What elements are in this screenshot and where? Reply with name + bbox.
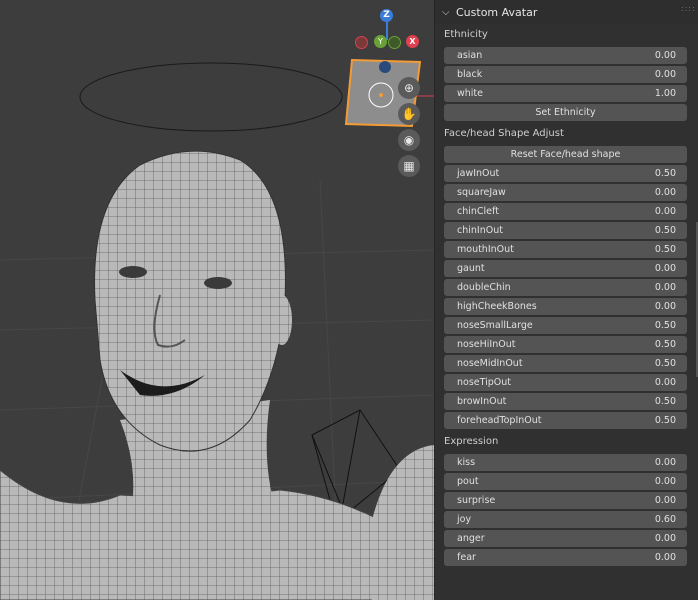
face-slider-mouthinout[interactable]: mouthInOut 0.50	[444, 241, 687, 258]
halo-curve[interactable]	[79, 62, 343, 132]
x-axis-handle[interactable]: X	[406, 35, 419, 48]
camera-icon[interactable]: ◉	[398, 129, 420, 151]
zoom-icon[interactable]: ⊕	[398, 77, 420, 99]
neg-x-handle[interactable]	[355, 36, 368, 49]
neg-z-handle[interactable]	[379, 61, 391, 73]
face-slider-squarejaw[interactable]: squareJaw 0.00	[444, 184, 687, 201]
set-ethnicity-button[interactable]: Set Ethnicity	[444, 104, 687, 121]
navigation-gizmo[interactable]: Z Y X	[355, 6, 425, 76]
chevron-down-icon[interactable]: ⌵	[442, 7, 456, 18]
face-slider-nosehiinout[interactable]: noseHiInOut 0.50	[444, 336, 687, 353]
z-axis-handle[interactable]: Z	[380, 9, 393, 22]
face-slider-gaunt[interactable]: gaunt 0.00	[444, 260, 687, 277]
z-axis-line	[386, 22, 388, 40]
expression-slider-pout[interactable]: pout 0.00	[444, 473, 687, 490]
face-slider-jawinout[interactable]: jawInOut 0.50	[444, 165, 687, 182]
expression-slider-surprise[interactable]: surprise 0.00	[444, 492, 687, 509]
expression-slider-kiss[interactable]: kiss 0.00	[444, 454, 687, 471]
face-fields: jawInOut 0.50 squareJaw 0.00 chinCleft 0.00…	[435, 165, 698, 429]
drag-grip-icon[interactable]: ::::	[681, 5, 695, 15]
expression-slider-anger[interactable]: anger 0.00	[444, 530, 687, 547]
expression-slider-joy[interactable]: joy 0.60	[444, 511, 687, 528]
3d-viewport[interactable]: Z Y X ⊕ ✋ ◉ ▦	[0, 0, 434, 600]
ethnicity-slider-white[interactable]: white 1.00	[444, 85, 687, 102]
expression-fields: kiss 0.00 pout 0.00 surprise 0.00 joy 0.60 a…	[435, 454, 698, 566]
ethnicity-slider-black[interactable]: black 0.00	[444, 66, 687, 83]
head-mesh[interactable]	[94, 150, 286, 452]
expression-slider-fear[interactable]: fear 0.00	[444, 549, 687, 566]
expression-section-label: Expression	[444, 436, 499, 447]
face-slider-browinout[interactable]: browInOut 0.50	[444, 393, 687, 410]
hand-icon[interactable]: ✋	[398, 103, 420, 125]
face-slider-foreheadtopinout[interactable]: foreheadTopInOut 0.50	[444, 412, 687, 429]
reset-face-button[interactable]: Reset Face/head shape	[444, 146, 687, 163]
panel-header[interactable]: ⌵ Custom Avatar ::::	[435, 0, 698, 24]
ear	[272, 295, 292, 345]
face-slider-highcheekbones[interactable]: highCheekBones 0.00	[444, 298, 687, 315]
face-slider-chincleft[interactable]: chinCleft 0.00	[444, 203, 687, 220]
face-slider-nosemidinout[interactable]: noseMidInOut 0.50	[444, 355, 687, 372]
second-figure-mesh[interactable]	[372, 445, 434, 600]
right-eye	[204, 277, 232, 289]
face-slider-nosesmalllarge[interactable]: noseSmallLarge 0.50	[444, 317, 687, 334]
left-eye	[119, 266, 147, 278]
panel-title: Custom Avatar	[456, 5, 538, 19]
face-slider-nosetipout[interactable]: noseTipOut 0.00	[444, 374, 687, 391]
face-slider-chininout[interactable]: chinInOut 0.50	[444, 222, 687, 239]
viewport-scene	[0, 58, 434, 600]
origin-dot	[379, 93, 383, 97]
custom-avatar-panel: ⌵ Custom Avatar :::: Ethnicity asian 0.00…	[434, 0, 698, 600]
ethnicity-section-label: Ethnicity	[444, 29, 488, 40]
ethnicity-fields: asian 0.00 black 0.00 white 1.00	[435, 47, 698, 102]
face-section-label: Face/head Shape Adjust	[444, 128, 564, 139]
grid-icon[interactable]: ▦	[398, 155, 420, 177]
ethnicity-slider-asian[interactable]: asian 0.00	[444, 47, 687, 64]
neg-y-handle[interactable]	[388, 36, 401, 49]
y-axis-handle[interactable]: Y	[374, 35, 387, 48]
face-slider-doublechin[interactable]: doubleChin 0.00	[444, 279, 687, 296]
